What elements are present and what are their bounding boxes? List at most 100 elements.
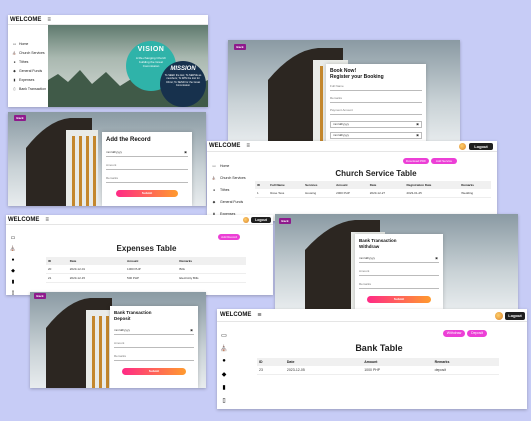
top-bar: WELCOME ≡ [8, 15, 208, 25]
church-icon: ⛪ [12, 50, 17, 55]
download-pdf-button[interactable]: Download PDF [403, 158, 429, 164]
tithes-icon[interactable]: ● [217, 358, 231, 371]
funds-icon[interactable]: ◆ [217, 371, 231, 384]
avatar[interactable] [495, 312, 503, 320]
logout-button[interactable]: Logout [469, 143, 493, 150]
bank-table-title: Bank Table [355, 343, 403, 353]
sidebar-item-church[interactable]: ⛪ Church Services [207, 172, 255, 184]
top-bar: WELCOME ≡ [217, 309, 527, 322]
sidebar-item-tithes[interactable]: ● Tithes [8, 57, 48, 66]
tithes-icon[interactable]: ● [6, 257, 20, 268]
sidebar-item-tithes[interactable]: ● Tithes [207, 184, 255, 196]
column-header: Amount [334, 181, 368, 189]
sidebar-item-expenses[interactable]: ▮ Expenses [8, 75, 48, 84]
amount-input[interactable]: Amount [106, 163, 188, 170]
bank-icon[interactable]: ▯ [217, 397, 231, 409]
brand-title: WELCOME [8, 216, 40, 223]
date-input-2[interactable]: mm/dd/yyyy ▣ [330, 132, 422, 139]
monitor-icon[interactable]: ▭ [217, 332, 231, 345]
menu-icon[interactable]: ≡ [257, 312, 261, 319]
logout-button[interactable]: Logout [251, 217, 271, 223]
logout-button[interactable]: Logout [505, 312, 525, 320]
withdraw-button[interactable]: Withdraw [443, 330, 465, 337]
calendar-icon[interactable]: ▣ [184, 150, 187, 154]
full-name-input[interactable]: Full Name [330, 84, 422, 91]
calendar-icon[interactable]: ▣ [416, 133, 419, 137]
expenses-table-title: Expenses Table [116, 244, 177, 253]
remarks-input[interactable]: Remarks [330, 96, 422, 103]
date-input[interactable]: mm/dd/yyyy ▣ [106, 150, 188, 157]
remarks-input[interactable]: Remarks [359, 282, 439, 289]
column-header: Date [367, 181, 405, 189]
church-icon[interactable]: ⛪ [217, 345, 231, 358]
table-row: 21 2023-12-15 500 PHP Electricity Bills [46, 273, 246, 283]
bank-table-screen: WELCOME ≡ Logout ▭ ⛪ ● ◆ ▮ ▯ Withdraw De… [217, 309, 527, 409]
church-icon[interactable]: ⛪ [6, 246, 20, 257]
remarks-input[interactable]: Remarks [114, 354, 194, 361]
booking-screen: Back Book Now! Register your Booking Ful… [228, 40, 460, 144]
menu-icon[interactable]: ≡ [246, 143, 250, 149]
calendar-icon[interactable]: ▣ [435, 256, 438, 260]
date-input-1[interactable]: mm/dd/yyyy ▣ [330, 121, 422, 128]
add-service-button[interactable]: Add Service [431, 158, 457, 164]
monitor-icon[interactable]: ▭ [6, 235, 20, 246]
monitor-icon: ▭ [12, 41, 17, 46]
home-screen: WELCOME ≡ ▭ Home ⛪ Church Services ● Tithes… [8, 15, 208, 107]
column-header: Remarks [459, 181, 491, 189]
funds-icon[interactable]: ◆ [6, 268, 20, 279]
submit-button[interactable]: Submit [367, 296, 431, 303]
sidebar-item-home[interactable]: ▭ Home [207, 160, 255, 172]
remarks-input[interactable]: Remarks [106, 176, 188, 183]
back-button[interactable]: Back [14, 115, 26, 121]
mission-text: To SEEK the lost; To SERVE as members; T… [164, 74, 202, 87]
amount-input[interactable]: Amount [359, 269, 439, 276]
sidebar: ▭ Home ⛪ Church Services ● Tithes ◆ General … [8, 25, 48, 107]
menu-icon[interactable]: ≡ [47, 17, 51, 23]
column-header: Remarks [432, 358, 499, 366]
withdraw-screen: Back Bank Transaction Withdraw mm/dd/yyy… [275, 214, 518, 310]
back-button[interactable]: Back [234, 44, 246, 50]
submit-button[interactable]: Submit [116, 190, 178, 197]
booking-form: Book Now! Register your Booking Full Nam… [326, 64, 426, 144]
back-button[interactable]: Back [34, 293, 46, 299]
sidebar-item-general[interactable]: ◆ General Funds [8, 66, 48, 75]
expenses-table: ID Date Amount Remarks 20 2023-12-01 100… [46, 257, 246, 283]
date-input[interactable]: mm/dd/yyyy ▣ [114, 328, 194, 335]
column-header: Date [284, 358, 363, 366]
deposit-subtitle: Deposit [114, 316, 131, 321]
receipt-icon[interactable]: ▮ [6, 279, 20, 290]
column-header: Amount [125, 257, 178, 265]
back-button[interactable]: Back [279, 218, 291, 224]
withdraw-form: Bank Transaction Withdraw mm/dd/yyyy ▣ Am… [355, 234, 443, 310]
sidebar-item-home[interactable]: ▭ Home [8, 39, 48, 48]
payment-input[interactable]: Payment Amount [330, 108, 422, 115]
submit-button[interactable]: Submit [122, 368, 186, 375]
avatar[interactable] [459, 143, 466, 150]
funds-icon: ◆ [13, 68, 16, 73]
avatar[interactable] [243, 217, 249, 223]
deposit-button[interactable]: Deposit [467, 330, 487, 337]
sidebar-item-bank[interactable]: ▯ Bank Transaction [8, 84, 48, 93]
sidebar: ▭ Home ⛪ Church Services ● Tithes ◆ General … [207, 152, 255, 221]
church-service-table: ID Full Name Services Amount Date Regist… [255, 181, 491, 198]
church-table-title: Church Service Table [335, 169, 417, 178]
calendar-icon[interactable]: ▣ [416, 122, 419, 126]
bank-icon[interactable]: ▯ [6, 290, 20, 295]
monitor-icon: ▭ [212, 164, 216, 168]
booking-subtitle: Register your Booking [330, 74, 384, 80]
menu-icon[interactable]: ≡ [45, 217, 49, 223]
deposit-screen: Back Bank Transaction Deposit mm/dd/yyyy… [30, 292, 206, 388]
add-record-button[interactable]: Add Record [218, 234, 240, 240]
receipt-icon[interactable]: ▮ [217, 384, 231, 397]
sidebar-item-church[interactable]: ⛪ Church Services [8, 48, 48, 57]
table-row: 20 2023-12-01 1000 PHP Bills [46, 265, 246, 274]
table-row: 1 Rose Tess Housing 2000 PHP 2023-12-27 … [255, 189, 491, 198]
receipt-icon: ▮ [13, 77, 16, 82]
column-header: Remarks [177, 257, 246, 265]
sidebar: ▭ ⛪ ● ◆ ▮ ▯ [6, 225, 20, 295]
calendar-icon[interactable]: ▣ [190, 328, 193, 332]
column-header: Date [67, 257, 126, 265]
amount-input[interactable]: Amount [114, 341, 194, 348]
sidebar-item-general[interactable]: ◆ General Funds [207, 196, 255, 208]
date-input[interactable]: mm/dd/yyyy ▣ [359, 256, 439, 263]
